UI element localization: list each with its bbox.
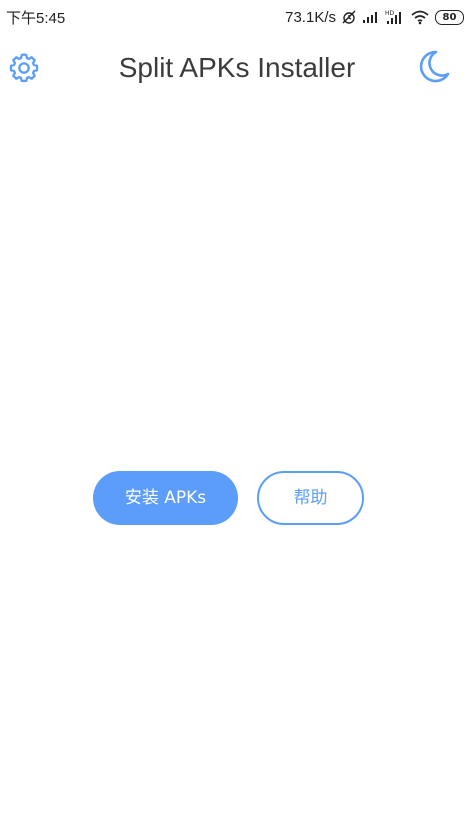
status-bar: 下午5:45 73.1K/s HD 80 xyxy=(0,0,474,34)
alarm-off-icon xyxy=(341,9,357,25)
moon-icon xyxy=(419,50,450,83)
net-speed: 73.1K/s xyxy=(285,8,336,26)
battery-icon: 80 xyxy=(435,9,464,25)
help-button[interactable]: 帮助 xyxy=(257,471,364,525)
status-icons: 73.1K/s HD 80 xyxy=(285,9,464,26)
wifi-icon xyxy=(410,9,430,25)
hd-signal-icon: HD xyxy=(385,9,405,25)
app-title: Split APKs Installer xyxy=(118,52,356,83)
svg-text:HD: HD xyxy=(385,10,395,17)
settings-button[interactable] xyxy=(7,51,41,85)
theme-toggle-button[interactable] xyxy=(414,48,452,86)
install-apks-button[interactable]: 安装 APKs xyxy=(93,471,238,525)
signal-icon xyxy=(362,10,380,24)
app-bar: Split APKs Installer xyxy=(0,40,474,96)
gear-icon xyxy=(9,53,39,83)
status-time: 下午5:45 xyxy=(6,9,66,27)
